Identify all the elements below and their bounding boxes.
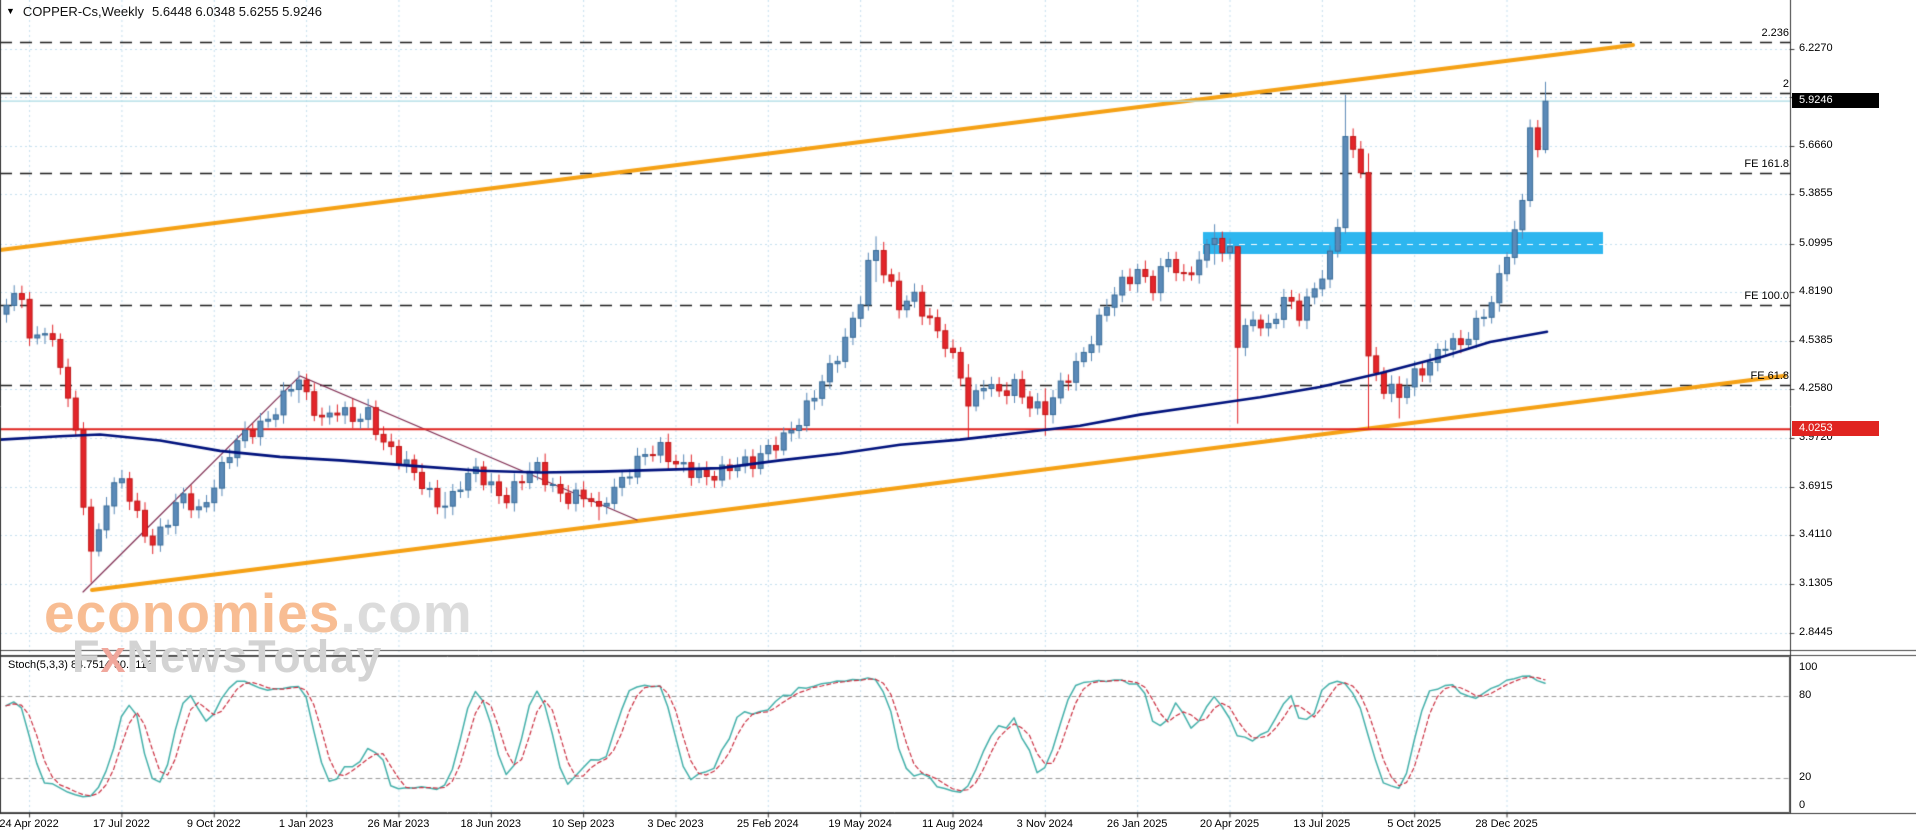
- time-axis-label: 19 May 2024: [828, 818, 892, 830]
- price-axis-label: 3.6915: [1799, 479, 1833, 492]
- price-axis-label: 5.0995: [1799, 236, 1833, 249]
- current-price-tag: 5.9246: [1792, 93, 1879, 109]
- time-axis-label: 25 Feb 2024: [736, 818, 799, 830]
- price-axis-label: 6.2270: [1799, 42, 1833, 54]
- time-axis-label: 1 Jan 2023: [278, 818, 334, 830]
- price-axis-label: 4.2580: [1799, 382, 1833, 395]
- time-axis-label: 26 Mar 2023: [367, 818, 430, 830]
- time-axis-label: 18 Jun 2023: [460, 818, 522, 830]
- alert-price-tag: 4.0253: [1792, 421, 1879, 437]
- price-axis-label: 5.6660: [1799, 138, 1833, 151]
- time-axis-label: 24 Apr 2022: [0, 818, 59, 830]
- price-axis-label: 3.4110: [1799, 528, 1832, 541]
- price-axis-label: 4.5385: [1799, 333, 1833, 346]
- stoch-scale-label: 0: [1799, 799, 1806, 811]
- chart-title-bar: ▼ COPPER-Cs,Weekly 5.6448 6.0348 5.6255 …: [6, 3, 322, 19]
- time-axis-label: 17 Jul 2022: [92, 818, 150, 830]
- stoch-scale-label: 80: [1799, 688, 1812, 701]
- watermark-f: F: [72, 631, 101, 682]
- price-axis-label: 2.8445: [1799, 626, 1833, 639]
- chart-canvas[interactable]: [0, 0, 1916, 840]
- stoch-scale-label: 100: [1799, 661, 1818, 673]
- time-axis-label: 3 Dec 2023: [647, 818, 704, 830]
- trading-chart-window: ▼ COPPER-Cs,Weekly 5.6448 6.0348 5.6255 …: [0, 0, 1916, 840]
- stoch-scale-label: 20: [1799, 771, 1812, 784]
- watermark-newstoday: NewsToday: [126, 631, 383, 682]
- ohlc-readout: 5.6448 6.0348 5.6255 5.9246: [152, 3, 322, 19]
- time-axis-label: 9 Oct 2022: [186, 818, 241, 830]
- time-axis-label: 3 Nov 2024: [1016, 818, 1073, 830]
- watermark-x: x: [100, 631, 127, 682]
- price-axis-label: 3.1305: [1799, 576, 1833, 589]
- price-axis-label: 4.8190: [1799, 285, 1833, 298]
- fib-level-label: FE 100.0: [1744, 289, 1789, 302]
- fib-level-label: FE 161.8: [1744, 157, 1789, 170]
- symbol-dropdown-icon[interactable]: ▼: [6, 6, 15, 16]
- time-axis-label: 13 Jul 2025: [1293, 818, 1351, 830]
- time-axis-label: 11 Aug 2024: [922, 818, 983, 830]
- fib-level-label: FE 61.8: [1750, 370, 1789, 383]
- fib-level-label: 2.236: [1761, 26, 1789, 39]
- time-axis-label: 5 Oct 2025: [1387, 818, 1442, 830]
- time-axis-label: 28 Dec 2025: [1475, 818, 1538, 830]
- price-axis-label: 5.3855: [1799, 187, 1833, 200]
- time-axis-label: 10 Sep 2023: [551, 818, 615, 830]
- watermark-fxnewstoday: FxNewsToday: [72, 634, 382, 679]
- symbol-timeframe-label: COPPER-Cs,Weekly: [22, 3, 145, 19]
- time-axis-label: 26 Jan 2025: [1106, 818, 1168, 830]
- time-axis-label: 20 Apr 2025: [1199, 818, 1260, 830]
- fib-level-label: 2: [1782, 77, 1789, 90]
